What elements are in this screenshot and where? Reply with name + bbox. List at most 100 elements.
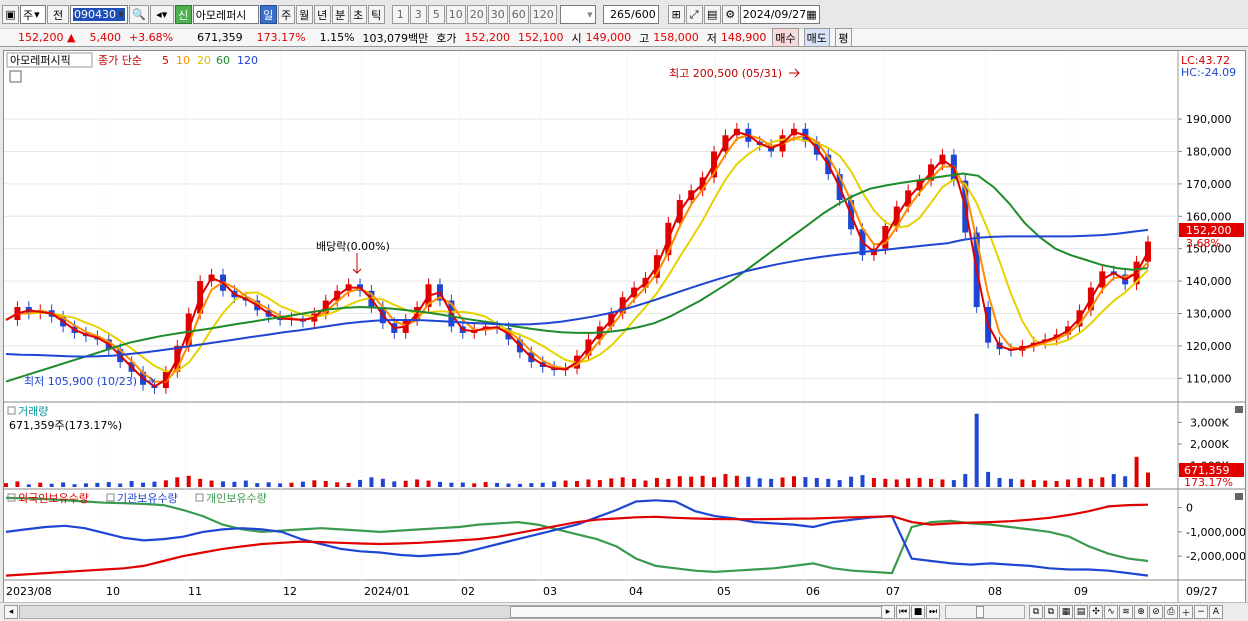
time-tick-label: 08	[988, 585, 1002, 598]
period-button[interactable]: 분	[331, 5, 349, 24]
volume-bar	[335, 482, 340, 487]
interval-button[interactable]: 1	[391, 5, 409, 24]
volume-bar	[746, 476, 751, 487]
volume-bar	[563, 480, 568, 487]
volume-bar	[757, 478, 762, 487]
zoom-slider[interactable]	[945, 605, 1025, 619]
first-page-icon[interactable]: ⏮	[896, 605, 910, 619]
period-button[interactable]: 틱	[367, 5, 385, 24]
volume-bar	[769, 478, 774, 487]
period-button[interactable]: 일	[259, 5, 277, 24]
price-change-pct: +3.68%	[128, 31, 174, 44]
chart-svg[interactable]: 190,000180,000170,000160,000150,000140,0…	[4, 51, 1246, 602]
trend-icon[interactable]: ∿	[1104, 605, 1118, 619]
interval-custom-input[interactable]: ▾	[559, 5, 596, 24]
window-menu-icon[interactable]: ▣	[2, 5, 19, 24]
volume-bar	[883, 478, 888, 487]
interval-button[interactable]: 60	[508, 5, 529, 24]
sell-button[interactable]: 매도	[803, 28, 830, 47]
time-tick-label: 06	[806, 585, 820, 598]
volume-panel-icon	[7, 406, 16, 415]
table-icon[interactable]: ▤	[1074, 605, 1088, 619]
scroll-thumb[interactable]	[510, 606, 882, 618]
period-button[interactable]: 월	[295, 5, 313, 24]
scroll-right-icon[interactable]: ▸	[881, 605, 895, 619]
interval-buttons: 1 3 5 10 20 30 60 120	[391, 5, 558, 24]
interval-button[interactable]: 30	[487, 5, 508, 24]
buy-button[interactable]: 매수	[772, 28, 799, 47]
calculator-icon[interactable]	[9, 70, 22, 83]
volume-bar	[415, 479, 420, 487]
scroll-left-icon[interactable]: ◂	[4, 605, 18, 619]
interval-button[interactable]: 120	[529, 5, 557, 24]
volume-bar	[1100, 477, 1105, 487]
eval-button[interactable]: 평	[834, 28, 852, 47]
time-tick-label: 12	[283, 585, 297, 598]
price-tick-label: 180,000	[1186, 145, 1232, 158]
lock-icon[interactable]: ⊕	[1134, 605, 1148, 619]
prev-button[interactable]: 전	[47, 5, 69, 24]
date-input[interactable]: 2024/09/27 ▦	[739, 5, 820, 24]
volume-bar	[118, 483, 123, 487]
grid-icon[interactable]: ▦	[1059, 605, 1073, 619]
candle-type-icon[interactable]: ⊞	[667, 5, 685, 24]
interval-button[interactable]: 10	[445, 5, 466, 24]
chart-area[interactable]: 190,000 180,000 170,000 160,000 150,000 140,0…	[3, 50, 1246, 603]
volume-bar	[312, 480, 317, 487]
volume-bar	[826, 478, 831, 487]
scroll-track[interactable]	[19, 605, 882, 619]
print-icon[interactable]: ⎙	[1164, 605, 1178, 619]
interval-button[interactable]: 3	[409, 5, 427, 24]
volume-caption: 671,359주(173.17%)	[9, 419, 122, 432]
zoom-out-icon[interactable]: −	[1194, 605, 1208, 619]
price-tick-label: 160,000	[1186, 210, 1232, 223]
stop-icon[interactable]: ■	[911, 605, 925, 619]
period-button[interactable]: 주	[277, 5, 295, 24]
font-size-icon[interactable]: A	[1209, 605, 1223, 619]
volume-bar	[540, 482, 545, 487]
volume-bar	[403, 480, 408, 487]
speaker-icon[interactable]: ◂▾	[149, 5, 174, 24]
volume-bar	[163, 480, 168, 487]
volume-bar	[369, 477, 374, 487]
new-button[interactable]: 신	[174, 5, 192, 24]
copy-icon[interactable]: ⧉	[1044, 605, 1058, 619]
save-icon[interactable]: ▤	[703, 5, 721, 24]
count-total: /600	[631, 8, 656, 21]
draw-tool-icon[interactable]: ⤢	[685, 5, 703, 24]
holding-close-icon[interactable]	[1235, 493, 1243, 500]
volume-bar	[917, 477, 922, 487]
next-page-icon[interactable]: ⏭	[926, 605, 940, 619]
layout-icon[interactable]: ⧉	[1029, 605, 1043, 619]
price-change: 5,400	[89, 31, 121, 44]
ask-price: 152,200	[464, 31, 511, 44]
volume-bar	[575, 480, 579, 487]
stock-legend-name: 아모레퍼시픽	[10, 54, 71, 67]
period-button[interactable]: 년	[313, 5, 331, 24]
cross-icon[interactable]: ✣	[1089, 605, 1103, 619]
time-tick-label: 04	[629, 585, 643, 598]
volume-bar	[460, 482, 465, 487]
ma-legend-60: 60	[216, 54, 230, 67]
search-icon[interactable]: 🔍	[129, 5, 149, 24]
zoom-in-icon[interactable]: ＋	[1179, 605, 1193, 619]
mode-select[interactable]: 주 ▾	[20, 5, 46, 24]
pattern-icon[interactable]: ≋	[1119, 605, 1133, 619]
count-field[interactable]: 265/600	[602, 5, 659, 24]
zoom-slider-thumb[interactable]	[976, 606, 984, 618]
volume-bar	[1134, 456, 1139, 487]
volume-bar	[609, 478, 614, 487]
volume-close-icon[interactable]	[1235, 406, 1243, 413]
individual-legend-icon	[195, 493, 204, 502]
split-icon[interactable]: ⊘	[1149, 605, 1163, 619]
period-button[interactable]: 초	[349, 5, 367, 24]
stock-code-input[interactable]: 090430 ▾	[70, 5, 128, 24]
settings-gear-icon[interactable]: ⚙	[721, 5, 739, 24]
volume-bar	[83, 483, 88, 487]
high-price: 158,000	[653, 31, 699, 44]
volume-bar	[72, 484, 77, 487]
interval-button[interactable]: 5	[427, 5, 445, 24]
interval-button[interactable]: 20	[466, 5, 487, 24]
stock-name-field: 아모레퍼시	[192, 5, 259, 24]
volume-bar	[483, 482, 488, 487]
